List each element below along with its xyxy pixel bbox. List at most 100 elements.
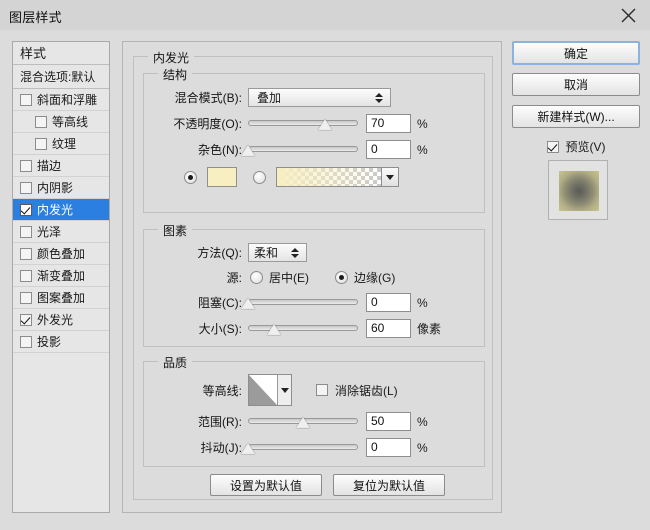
preview-toggle[interactable]: 预览(V) — [512, 138, 640, 155]
blending-options-label: 混合选项:默认 — [20, 70, 95, 84]
row-opacity: 不透明度(O): 70 % — [144, 114, 480, 133]
jitter-slider[interactable] — [248, 441, 358, 455]
choke-slider-track — [248, 299, 358, 305]
range-label: 范围(R): — [144, 413, 242, 430]
radio-source-edge[interactable] — [335, 271, 348, 284]
jitter-input[interactable]: 0 — [366, 438, 411, 457]
choke-unit: % — [417, 296, 428, 310]
noise-slider-thumb[interactable] — [241, 145, 255, 156]
noise-slider[interactable] — [248, 143, 358, 157]
choke-slider[interactable] — [248, 296, 358, 310]
range-slider[interactable] — [248, 415, 358, 429]
checkbox-antialias[interactable] — [316, 384, 328, 396]
chevron-down-icon[interactable] — [277, 375, 291, 405]
choke-input[interactable]: 0 — [366, 293, 411, 312]
ok-button[interactable]: 确定 — [512, 41, 640, 65]
checkbox-bevel-emboss[interactable] — [20, 94, 32, 106]
contour-label: 等高线: — [144, 382, 242, 399]
sidebar-item-label: 描边 — [37, 157, 61, 174]
contour-preview — [249, 375, 277, 405]
noise-input[interactable]: 0 — [366, 140, 411, 159]
opacity-slider[interactable] — [248, 117, 358, 131]
jitter-slider-track — [248, 444, 358, 450]
row-blend-mode: 混合模式(B): 叠加 — [144, 88, 474, 107]
size-input[interactable]: 60 — [366, 319, 411, 338]
sidebar-item-texture[interactable]: 纹理 — [13, 133, 109, 155]
jitter-unit: % — [417, 441, 428, 455]
checkbox-satin[interactable] — [20, 226, 32, 238]
sidebar-item-pattern-overlay[interactable]: 图案叠加 — [13, 287, 109, 309]
group-inner-glow-title: 内发光 — [148, 49, 194, 66]
sidebar-item-inner-glow[interactable]: 内发光 — [13, 199, 109, 221]
source-center-label: 居中(E) — [269, 269, 309, 286]
title-bar: 图层样式 — [0, 0, 650, 30]
checkbox-preview[interactable] — [547, 141, 559, 153]
sidebar-item-color-overlay[interactable]: 颜色叠加 — [13, 243, 109, 265]
blend-mode-dropdown[interactable]: 叠加 — [248, 88, 391, 107]
close-icon[interactable] — [614, 2, 642, 28]
style-preview-thumbnail — [548, 160, 608, 220]
sidebar-item-stroke[interactable]: 描边 — [13, 155, 109, 177]
page-title: 图层样式 — [9, 7, 62, 26]
gradient-preview — [277, 168, 381, 186]
sidebar-item-contour[interactable]: 等高线 — [13, 111, 109, 133]
radio-gradient[interactable] — [253, 171, 266, 184]
size-slider[interactable] — [248, 322, 358, 336]
linear-contour-icon[interactable] — [248, 374, 292, 406]
blend-mode-label: 混合模式(B): — [144, 89, 242, 106]
sidebar-item-inner-shadow[interactable]: 内阴影 — [13, 177, 109, 199]
choke-label: 阻塞(C): — [144, 294, 242, 311]
checkbox-outer-glow[interactable] — [20, 314, 32, 326]
antialias-label: 消除锯齿(L) — [335, 382, 398, 399]
range-input[interactable]: 50 — [366, 412, 411, 431]
opacity-slider-thumb[interactable] — [318, 119, 332, 130]
opacity-input[interactable]: 70 — [366, 114, 411, 133]
sidebar-item-label: 颜色叠加 — [37, 245, 85, 262]
sidebar-item-label: 斜面和浮雕 — [37, 91, 97, 108]
checkbox-drop-shadow[interactable] — [20, 336, 32, 348]
inner-glow-settings-panel: 内发光 结构 混合模式(B): 叠加 不透明度(O): — [122, 41, 502, 513]
chevron-down-icon[interactable] — [381, 168, 398, 186]
jitter-slider-thumb[interactable] — [241, 443, 255, 454]
source-edge-label: 边缘(G) — [354, 269, 395, 286]
radio-solid-color[interactable] — [184, 171, 197, 184]
row-range: 范围(R): 50 % — [144, 412, 480, 431]
set-default-button[interactable]: 设置为默认值 — [210, 474, 322, 496]
group-structure-title: 结构 — [158, 66, 192, 83]
size-unit: 像素 — [417, 320, 441, 337]
sidebar-item-label: 纹理 — [52, 135, 76, 152]
row-technique: 方法(Q): 柔和 — [144, 243, 404, 262]
noise-label: 杂色(N): — [144, 141, 242, 158]
range-slider-thumb[interactable] — [296, 417, 310, 428]
row-noise: 杂色(N): 0 % — [144, 140, 480, 159]
new-style-button[interactable]: 新建样式(W)... — [512, 105, 640, 128]
size-slider-thumb[interactable] — [267, 324, 281, 335]
sidebar-item-label: 外发光 — [37, 311, 73, 328]
checkbox-inner-glow[interactable] — [20, 204, 32, 216]
reset-default-button[interactable]: 复位为默认值 — [333, 474, 445, 496]
radio-source-center[interactable] — [250, 271, 263, 284]
checkbox-gradient-overlay[interactable] — [20, 270, 32, 282]
choke-slider-thumb[interactable] — [241, 298, 255, 309]
checkbox-contour[interactable] — [35, 116, 47, 128]
checkbox-texture[interactable] — [35, 138, 47, 150]
group-quality: 品质 等高线: 消除锯齿(L) 范围(R): 5 — [143, 361, 485, 467]
chevron-updown-icon — [372, 93, 386, 103]
sidebar-item-satin[interactable]: 光泽 — [13, 221, 109, 243]
cancel-button[interactable]: 取消 — [512, 73, 640, 96]
checkbox-pattern-overlay[interactable] — [20, 292, 32, 304]
technique-dropdown[interactable]: 柔和 — [248, 243, 307, 262]
sidebar-item-outer-glow[interactable]: 外发光 — [13, 309, 109, 331]
sidebar-item-blending-options[interactable]: 混合选项:默认 — [13, 65, 109, 89]
opacity-label: 不透明度(O): — [144, 115, 242, 132]
checkbox-stroke[interactable] — [20, 160, 32, 172]
checkbox-inner-shadow[interactable] — [20, 182, 32, 194]
glow-gradient-picker[interactable] — [276, 167, 399, 187]
preview-label: 预览(V) — [566, 138, 606, 155]
glow-color-swatch[interactable] — [207, 167, 237, 187]
checkbox-color-overlay[interactable] — [20, 248, 32, 260]
sidebar-item-bevel-emboss[interactable]: 斜面和浮雕 — [13, 89, 109, 111]
sidebar-item-drop-shadow[interactable]: 投影 — [13, 331, 109, 353]
sidebar-item-gradient-overlay[interactable]: 渐变叠加 — [13, 265, 109, 287]
technique-label: 方法(Q): — [144, 244, 242, 261]
